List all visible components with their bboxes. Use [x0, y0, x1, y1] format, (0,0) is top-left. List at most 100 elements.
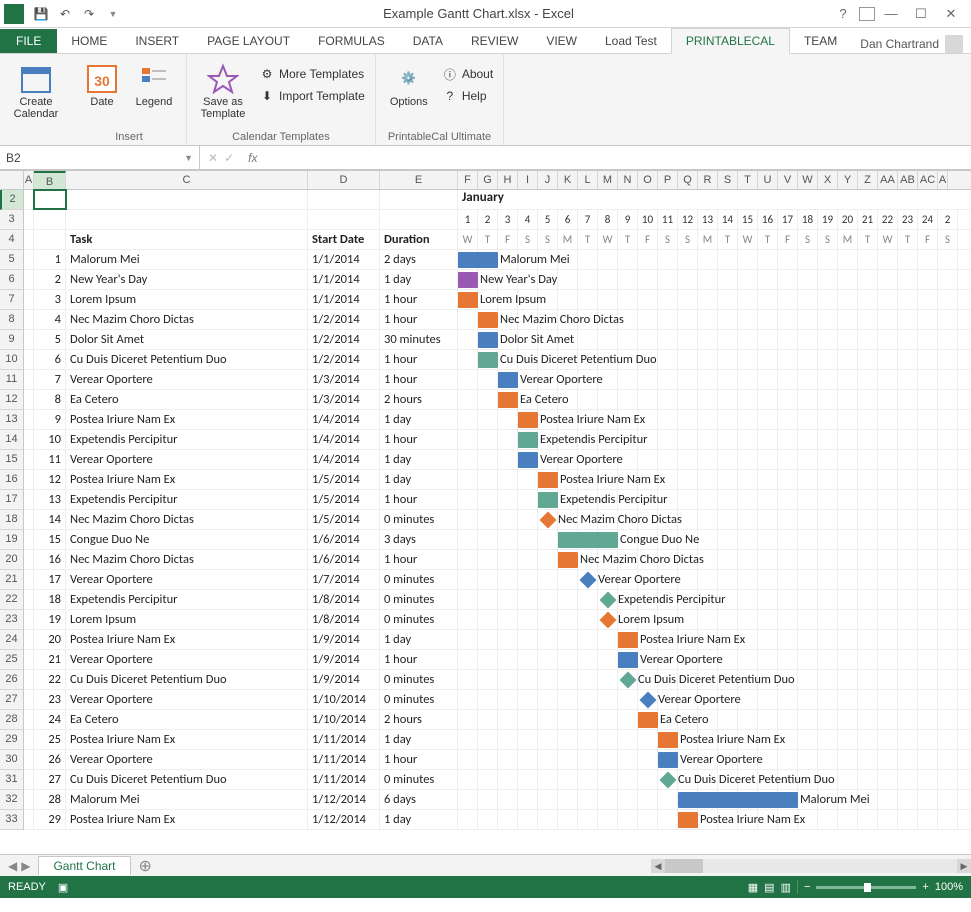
row-header-26[interactable]: 26 — [0, 670, 23, 690]
col-header-Z[interactable]: Z — [858, 171, 878, 189]
row-header-19[interactable]: 19 — [0, 530, 23, 550]
table-row[interactable]: 15Congue Duo Ne1/6/20143 daysCongue Duo … — [24, 530, 971, 550]
tab-load-test[interactable]: Load Test — [591, 29, 671, 53]
table-row[interactable]: 20Postea Iriure Nam Ex1/9/20141 dayPoste… — [24, 630, 971, 650]
row-header-30[interactable]: 30 — [0, 750, 23, 770]
table-row[interactable]: 11Verear Oportere1/4/20141 dayVerear Opo… — [24, 450, 971, 470]
grid-content[interactable]: January123456789101112131415161718192021… — [24, 190, 971, 830]
cell-B2[interactable] — [34, 190, 66, 209]
help-button[interactable]: ?Help — [440, 86, 495, 106]
tab-review[interactable]: REVIEW — [457, 29, 532, 53]
col-header-K[interactable]: K — [558, 171, 578, 189]
col-header-G[interactable]: G — [478, 171, 498, 189]
row-header-18[interactable]: 18 — [0, 510, 23, 530]
tab-printablecal[interactable]: PRINTABLECAL — [671, 28, 790, 54]
row-header-4[interactable]: 4 — [0, 230, 23, 250]
scroll-thumb[interactable] — [665, 859, 703, 873]
col-header-O[interactable]: O — [638, 171, 658, 189]
col-header-U[interactable]: U — [758, 171, 778, 189]
col-header-V[interactable]: V — [778, 171, 798, 189]
row-header-16[interactable]: 16 — [0, 470, 23, 490]
horizontal-scrollbar[interactable]: ◀ ▶ — [651, 859, 971, 873]
col-header-P[interactable]: P — [658, 171, 678, 189]
row-header-21[interactable]: 21 — [0, 570, 23, 590]
row-header-27[interactable]: 27 — [0, 690, 23, 710]
spreadsheet-grid[interactable]: ABCDEFGHIJKLMNOPQRSTUVWXYZAAABACA 234567… — [0, 170, 971, 854]
col-header-I[interactable]: I — [518, 171, 538, 189]
minimize-icon[interactable]: — — [877, 3, 905, 25]
row-header-10[interactable]: 10 — [0, 350, 23, 370]
table-row[interactable]: 14Nec Mazim Choro Dictas1/5/20140 minute… — [24, 510, 971, 530]
col-header-D[interactable]: D — [308, 171, 380, 189]
col-header-H[interactable]: H — [498, 171, 518, 189]
macro-record-icon[interactable]: ▣ — [58, 881, 68, 894]
col-header-M[interactable]: M — [598, 171, 618, 189]
row-header-2[interactable]: 2 — [0, 190, 23, 210]
tab-insert[interactable]: INSERT — [121, 29, 193, 53]
table-row[interactable]: 10Expetendis Percipitur1/4/20141 hourExp… — [24, 430, 971, 450]
row-header-32[interactable]: 32 — [0, 790, 23, 810]
row-header-12[interactable]: 12 — [0, 390, 23, 410]
col-header-S[interactable]: S — [718, 171, 738, 189]
table-row[interactable]: 8Ea Cetero1/3/20142 hoursEa Cetero — [24, 390, 971, 410]
row-header-5[interactable]: 5 — [0, 250, 23, 270]
row-header-13[interactable]: 13 — [0, 410, 23, 430]
table-row[interactable]: 24Ea Cetero1/10/20142 hoursEa Cetero — [24, 710, 971, 730]
scroll-left-icon[interactable]: ◀ — [651, 859, 665, 873]
table-row[interactable]: 5Dolor Sit Amet1/2/201430 minutesDolor S… — [24, 330, 971, 350]
tab-view[interactable]: VIEW — [532, 29, 591, 53]
save-icon[interactable]: 💾 — [30, 3, 52, 25]
row-header-9[interactable]: 9 — [0, 330, 23, 350]
table-row[interactable]: 22Cu Duis Diceret Petentium Duo1/9/20140… — [24, 670, 971, 690]
column-headers[interactable]: ABCDEFGHIJKLMNOPQRSTUVWXYZAAABACA — [0, 171, 971, 190]
zoom-level[interactable]: 100% — [935, 881, 963, 893]
row-header-24[interactable]: 24 — [0, 630, 23, 650]
row-header-14[interactable]: 14 — [0, 430, 23, 450]
tab-data[interactable]: DATA — [399, 29, 457, 53]
col-header-L[interactable]: L — [578, 171, 598, 189]
row-header-6[interactable]: 6 — [0, 270, 23, 290]
col-header-X[interactable]: X — [818, 171, 838, 189]
row-headers[interactable]: 2345678910111213141516171819202122232425… — [0, 190, 24, 830]
more-templates-button[interactable]: ⚙More Templates — [257, 64, 367, 84]
save-as-template-button[interactable]: Save as Template — [195, 58, 251, 120]
table-row[interactable]: 16Nec Mazim Choro Dictas1/6/20141 hourNe… — [24, 550, 971, 570]
row-header-28[interactable]: 28 — [0, 710, 23, 730]
col-header-W[interactable]: W — [798, 171, 818, 189]
sheet-nav[interactable]: ◀▶ — [0, 859, 38, 873]
tab-team[interactable]: TEAM — [790, 29, 851, 53]
fx-icon[interactable]: fx — [242, 151, 263, 165]
table-row[interactable]: 21Verear Oportere1/9/20141 hourVerear Op… — [24, 650, 971, 670]
scroll-right-icon[interactable]: ▶ — [957, 859, 971, 873]
col-header-E[interactable]: E — [380, 171, 458, 189]
row-header-22[interactable]: 22 — [0, 590, 23, 610]
row-header-8[interactable]: 8 — [0, 310, 23, 330]
table-row[interactable]: 17Verear Oportere1/7/20140 minutesVerear… — [24, 570, 971, 590]
cancel-formula-icon[interactable]: ✕ — [208, 151, 218, 165]
zoom-slider[interactable] — [816, 886, 916, 889]
col-header-F[interactable]: F — [458, 171, 478, 189]
date-button[interactable]: 30 Date — [80, 58, 124, 108]
page-break-view-icon[interactable]: ▥ — [781, 881, 791, 894]
col-header-A[interactable]: A — [24, 171, 34, 189]
row-header-3[interactable]: 3 — [0, 210, 23, 230]
legend-button[interactable]: Legend — [130, 58, 178, 108]
row-header-7[interactable]: 7 — [0, 290, 23, 310]
row-header-11[interactable]: 11 — [0, 370, 23, 390]
table-row[interactable]: 23Verear Oportere1/10/20140 minutesVerea… — [24, 690, 971, 710]
zoom-thumb[interactable] — [864, 883, 871, 892]
col-header-AB[interactable]: AB — [898, 171, 918, 189]
col-header-C[interactable]: C — [66, 171, 308, 189]
col-header-AC[interactable]: AC — [918, 171, 938, 189]
col-header-A[interactable]: A — [938, 171, 948, 189]
tab-home[interactable]: HOME — [57, 29, 121, 53]
accept-formula-icon[interactable]: ✓ — [224, 151, 234, 165]
redo-icon[interactable]: ↷ — [78, 3, 100, 25]
import-template-button[interactable]: ⬇Import Template — [257, 86, 367, 106]
table-row[interactable]: 7Verear Oportere1/3/20141 hourVerear Opo… — [24, 370, 971, 390]
select-all-corner[interactable] — [0, 171, 24, 189]
col-header-B[interactable]: B — [34, 171, 66, 189]
table-row[interactable]: 19Lorem Ipsum1/8/20140 minutesLorem Ipsu… — [24, 610, 971, 630]
create-calendar-button[interactable]: Create Calendar — [8, 58, 64, 120]
table-row[interactable]: 25Postea Iriure Nam Ex1/11/20141 dayPost… — [24, 730, 971, 750]
